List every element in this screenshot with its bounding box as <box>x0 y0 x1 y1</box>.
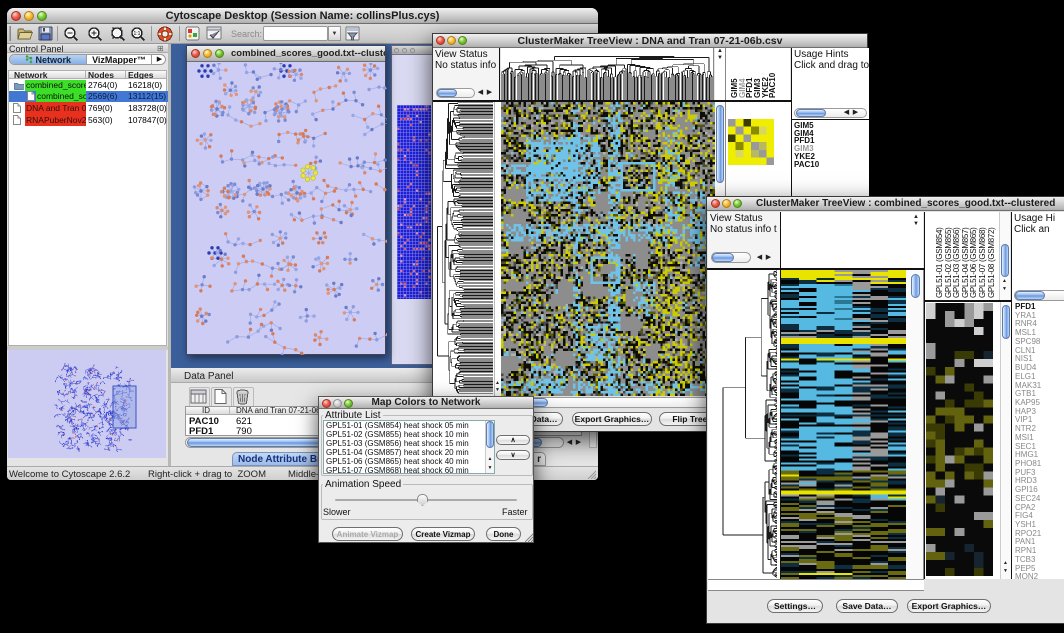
svg-text:1:1: 1:1 <box>134 31 141 37</box>
